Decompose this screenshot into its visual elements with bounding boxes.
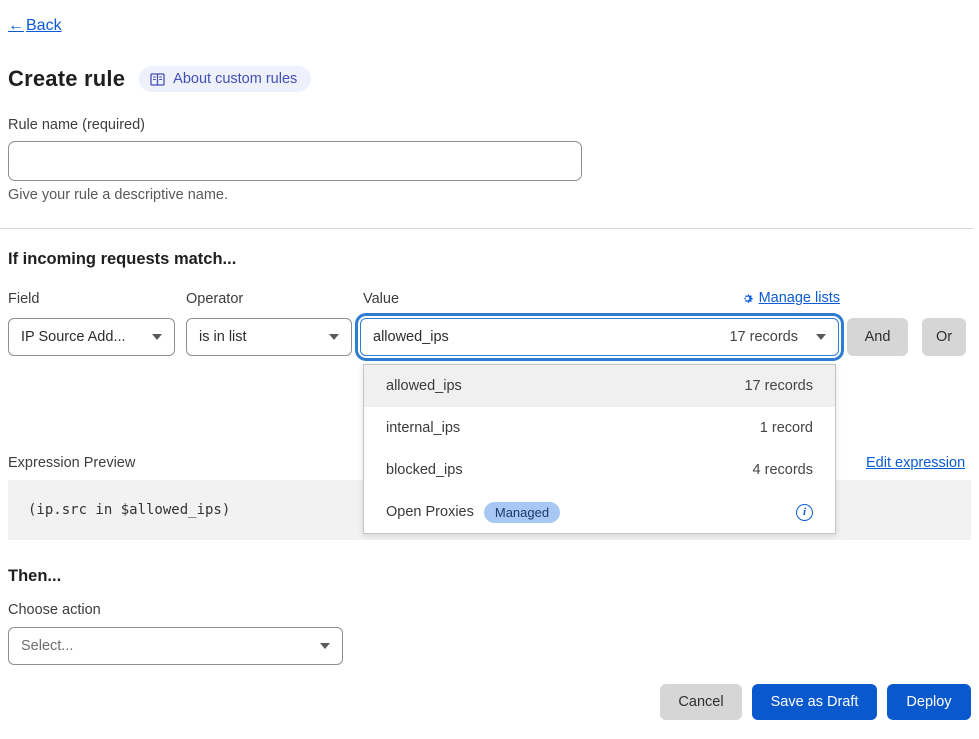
expression-preview-label: Expression Preview [8,455,135,471]
back-arrow-icon: ← [8,17,24,35]
book-icon [150,73,165,86]
save-as-draft-button[interactable]: Save as Draft [752,684,877,720]
page-header: Create rule About custom rules [8,66,311,92]
field-label: Field [8,291,39,307]
match-section-heading: If incoming requests match... [8,250,236,269]
manage-lists-link[interactable]: Manage lists [728,290,840,306]
about-custom-rules-label: About custom rules [173,71,297,87]
deploy-button[interactable]: Deploy [887,684,971,720]
dropdown-item-internal-ips[interactable]: internal_ips 1 record [364,407,835,449]
action-select-placeholder: Select... [21,638,73,654]
choose-action-label: Choose action [8,602,101,618]
record-count: 4 records [753,462,813,478]
record-count: 17 records [744,378,813,394]
chevron-down-icon [320,643,330,649]
rule-name-input[interactable] [8,141,582,181]
rule-name-helper-text: Give your rule a descriptive name. [8,187,228,203]
operator-select-value: is in list [199,329,247,345]
list-name: internal_ips [386,420,460,436]
chevron-down-icon [152,334,162,340]
cancel-button[interactable]: Cancel [660,684,742,720]
managed-badge: Managed [484,502,560,523]
manage-lists-label: Manage lists [759,290,840,306]
expression-code: (ip.src in $allowed_ips) [28,502,230,518]
or-button[interactable]: Or [922,318,966,356]
back-label: Back [26,17,62,35]
section-divider [0,228,973,229]
value-select-value: allowed_ips [373,329,449,345]
rule-name-label: Rule name (required) [8,117,145,133]
list-name: Open Proxies [386,504,474,520]
field-select[interactable]: IP Source Add... [8,318,175,356]
about-custom-rules-link[interactable]: About custom rules [139,66,311,92]
operator-select[interactable]: is in list [186,318,352,356]
dropdown-item-allowed-ips[interactable]: allowed_ips 17 records [364,365,835,407]
dropdown-item-blocked-ips[interactable]: blocked_ips 4 records [364,449,835,491]
create-rule-page: ←Back Create rule About custom rules Rul… [0,0,979,739]
record-count: 1 record [760,420,813,436]
operator-label: Operator [186,291,243,307]
value-label: Value [363,291,399,307]
info-icon[interactable]: i [796,504,813,521]
edit-expression-link[interactable]: Edit expression [866,455,965,471]
list-name: blocked_ips [386,462,463,478]
action-select[interactable]: Select... [8,627,343,665]
back-link[interactable]: ←Back [8,17,62,35]
chevron-down-icon [816,334,826,340]
gear-icon [741,292,754,305]
value-select-record-count: 17 records [729,329,798,345]
then-section-heading: Then... [8,567,61,586]
dropdown-item-open-proxies[interactable]: Open Proxies Managed i [364,491,835,533]
page-title: Create rule [8,66,125,92]
value-dropdown-menu: allowed_ips 17 records internal_ips 1 re… [363,364,836,534]
and-button[interactable]: And [847,318,908,356]
chevron-down-icon [329,334,339,340]
field-select-value: IP Source Add... [21,329,126,345]
value-select[interactable]: allowed_ips 17 records [360,318,839,356]
list-name: allowed_ips [386,378,462,394]
